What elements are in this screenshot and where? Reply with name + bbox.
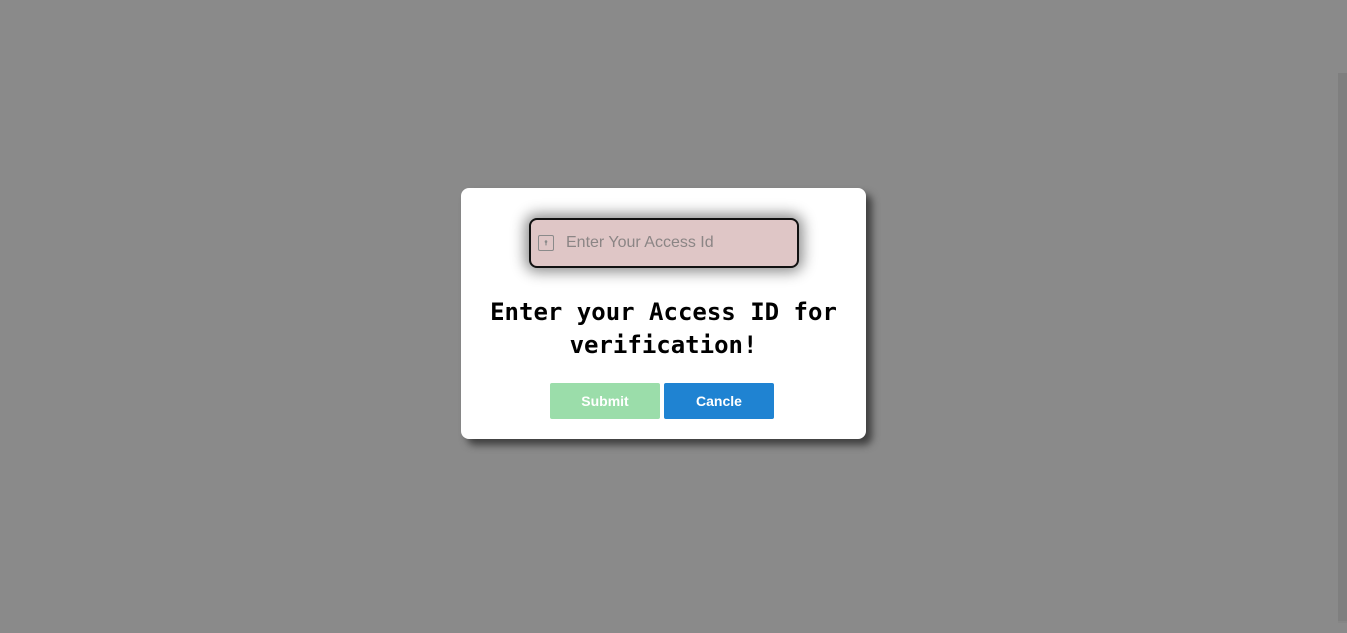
verification-prompt: Enter your Access ID for verification! <box>490 298 837 359</box>
key-icon-glyph <box>544 240 548 246</box>
submit-button[interactable]: Submit <box>550 383 660 419</box>
access-id-input-wrapper[interactable] <box>529 218 799 268</box>
key-icon <box>538 235 554 251</box>
access-id-input[interactable] <box>566 228 786 258</box>
page-scrollbar[interactable] <box>1338 73 1347 623</box>
cancel-button[interactable]: Cancle <box>664 383 774 419</box>
dialog-actions: Submit Cancle <box>550 383 774 419</box>
access-id-dialog: Enter your Access ID for verification! S… <box>461 188 866 439</box>
scrollbar-thumb[interactable] <box>1338 73 1347 621</box>
